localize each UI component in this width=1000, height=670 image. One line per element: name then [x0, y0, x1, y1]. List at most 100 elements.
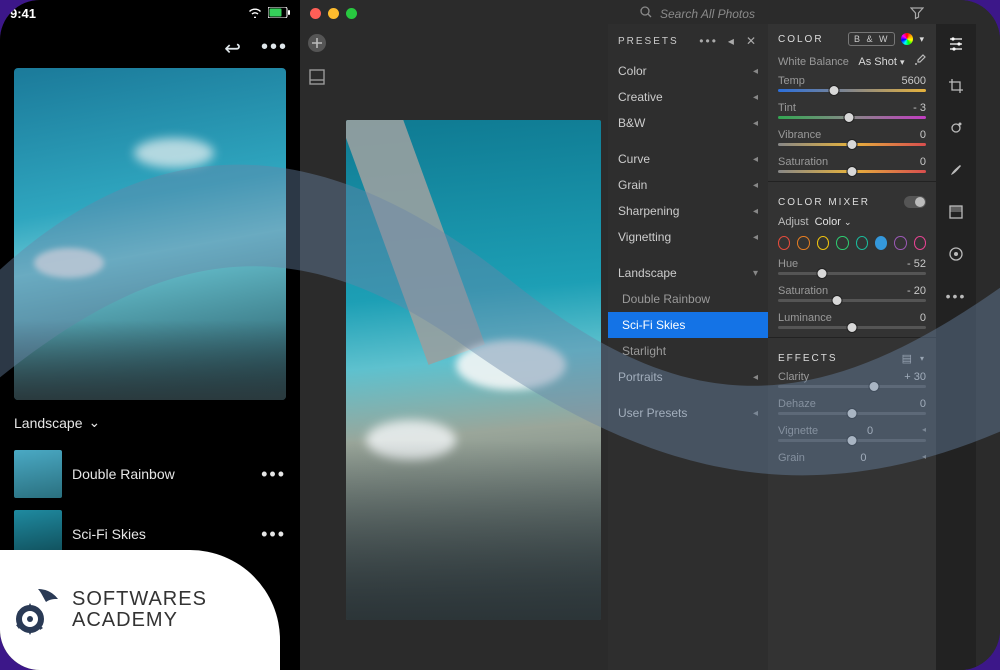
preset-more-icon[interactable]: ••• — [261, 464, 286, 485]
window-controls[interactable] — [310, 8, 357, 19]
preset-group[interactable]: Curve◂ — [608, 146, 768, 172]
mobile-preset-category: Landscape — [14, 415, 83, 431]
presets-close-icon[interactable]: ✕ — [746, 34, 758, 48]
dehaze-slider[interactable]: Dehaze0 — [768, 396, 936, 415]
preset-group-landscape[interactable]: Landscape▾ — [608, 260, 768, 286]
swatch-aqua[interactable] — [856, 236, 868, 250]
chevron-left-icon: ◂ — [753, 206, 758, 217]
preset-label: Sci-Fi Skies — [72, 526, 251, 542]
chevron-left-icon: ◂ — [753, 180, 758, 191]
add-photo-icon[interactable] — [306, 32, 328, 54]
chevron-left-icon: ◂ — [753, 118, 758, 129]
preset-group[interactable]: Vignetting◂ — [608, 224, 768, 250]
brush-icon[interactable] — [944, 158, 968, 182]
mixer-title: COLOR MIXER — [778, 197, 870, 208]
search-input[interactable]: Search All Photos — [640, 6, 755, 21]
close-icon[interactable] — [310, 8, 321, 19]
preset-more-icon[interactable]: ••• — [261, 524, 286, 545]
luminance-slider[interactable]: Luminance0 — [768, 310, 936, 329]
color-wheel-icon[interactable] — [901, 33, 913, 45]
main-image-canvas[interactable] — [346, 120, 601, 620]
mobile-preset-dropdown[interactable]: Landscape ⌄ — [14, 414, 100, 431]
swatch-purple[interactable] — [894, 236, 906, 250]
chevron-left-icon: ◂ — [753, 92, 758, 103]
chevron-down-icon: ▾ — [753, 268, 758, 279]
chevron-down-icon: ⌄ — [89, 414, 101, 431]
mobile-time: 9:41 — [10, 6, 36, 21]
preset-group[interactable]: Creative◂ — [608, 84, 768, 110]
presets-title: PRESETS — [618, 36, 679, 47]
saturation-slider[interactable]: Saturation0 — [768, 154, 936, 173]
chevron-down-icon: ▾ — [900, 57, 905, 67]
watermark: SOFTWARES ACADEMY — [0, 550, 280, 670]
preset-group[interactable]: User Presets◂ — [608, 400, 768, 426]
edit-sliders-icon[interactable] — [944, 32, 968, 56]
vignette-slider[interactable]: Vignette0 ◂ — [768, 423, 936, 442]
section-chevron-icon[interactable]: ▾ — [920, 354, 926, 363]
more-tools-icon[interactable]: ••• — [944, 284, 968, 308]
swatch-magenta[interactable] — [914, 236, 926, 250]
preset-group[interactable]: Sharpening◂ — [608, 198, 768, 224]
wb-label: White Balance — [778, 56, 849, 68]
healing-brush-icon[interactable] — [944, 116, 968, 140]
watermark-line2: ACADEMY — [72, 610, 207, 631]
watermark-line1: SOFTWARES — [72, 589, 207, 610]
swatch-green[interactable] — [836, 236, 848, 250]
temp-slider[interactable]: Temp5600 — [768, 73, 936, 92]
chevron-left-icon: ◂ — [753, 66, 758, 77]
clarity-slider[interactable]: Clarity+ 30 — [768, 369, 936, 388]
color-section-title: COLOR — [778, 34, 824, 45]
hue-slider[interactable]: Hue- 52 — [768, 256, 936, 275]
preset-group[interactable]: Grain◂ — [608, 172, 768, 198]
mobile-preview-image[interactable] — [14, 68, 286, 400]
effects-mode-icon[interactable]: ▤ — [902, 352, 914, 365]
wifi-icon — [248, 6, 262, 21]
chevron-down-icon: ⌄ — [844, 217, 852, 227]
chevron-icon[interactable]: ◂ — [922, 452, 926, 464]
preset-item-selected[interactable]: Sci-Fi Skies — [608, 312, 768, 338]
chevron-left-icon: ◂ — [753, 372, 758, 383]
swatch-orange[interactable] — [797, 236, 809, 250]
presets-panel: PRESETS ••• ◂ ✕ Color◂ Creative◂ B&W◂ Cu… — [608, 24, 768, 670]
preset-thumb — [14, 450, 62, 498]
filter-icon[interactable] — [910, 6, 924, 23]
chevron-left-icon: ◂ — [753, 408, 758, 419]
vibrance-slider[interactable]: Vibrance0 — [768, 127, 936, 146]
preset-group[interactable]: Color◂ — [608, 58, 768, 84]
mixer-toggle[interactable] — [904, 196, 926, 208]
wb-dropdown[interactable]: As Shot ▾ — [858, 56, 904, 68]
swatch-blue-selected[interactable] — [875, 236, 887, 250]
undo-icon[interactable]: ↩︎ — [224, 36, 243, 61]
tool-rail: ••• — [936, 24, 976, 670]
color-swatches — [768, 232, 936, 256]
grid-view-icon[interactable] — [306, 66, 328, 88]
swatch-red[interactable] — [778, 236, 790, 250]
section-chevron-icon[interactable]: ▾ — [919, 34, 926, 45]
linear-gradient-icon[interactable] — [944, 200, 968, 224]
preset-label: Double Rainbow — [72, 466, 251, 482]
maximize-icon[interactable] — [346, 8, 357, 19]
preset-item[interactable]: Starlight — [608, 338, 768, 364]
mixer-saturation-slider[interactable]: Saturation- 20 — [768, 283, 936, 302]
eyedropper-icon[interactable] — [914, 54, 926, 69]
bw-toggle[interactable]: B & W — [848, 32, 896, 46]
tint-slider[interactable]: Tint- 3 — [768, 100, 936, 119]
presets-more-icon[interactable]: ••• — [699, 34, 718, 48]
crop-icon[interactable] — [944, 74, 968, 98]
preset-item[interactable]: Double Rainbow — [608, 286, 768, 312]
mobile-status-icons — [248, 6, 290, 21]
more-icon[interactable]: ••• — [261, 36, 288, 61]
chevron-icon[interactable]: ◂ — [922, 425, 926, 437]
presets-collapse-icon[interactable]: ◂ — [728, 34, 736, 48]
mixer-adjust-dropdown[interactable]: Color ⌄ — [815, 216, 852, 228]
grain-slider[interactable]: Grain0 ◂ — [768, 450, 936, 464]
chevron-left-icon: ◂ — [753, 154, 758, 165]
search-icon — [640, 6, 652, 21]
swatch-yellow[interactable] — [817, 236, 829, 250]
preset-group[interactable]: B&W◂ — [608, 110, 768, 136]
battery-icon — [268, 6, 290, 21]
radial-gradient-icon[interactable] — [944, 242, 968, 266]
preset-group[interactable]: Portraits◂ — [608, 364, 768, 390]
minimize-icon[interactable] — [328, 8, 339, 19]
mobile-preset-item[interactable]: Double Rainbow ••• — [14, 444, 286, 504]
